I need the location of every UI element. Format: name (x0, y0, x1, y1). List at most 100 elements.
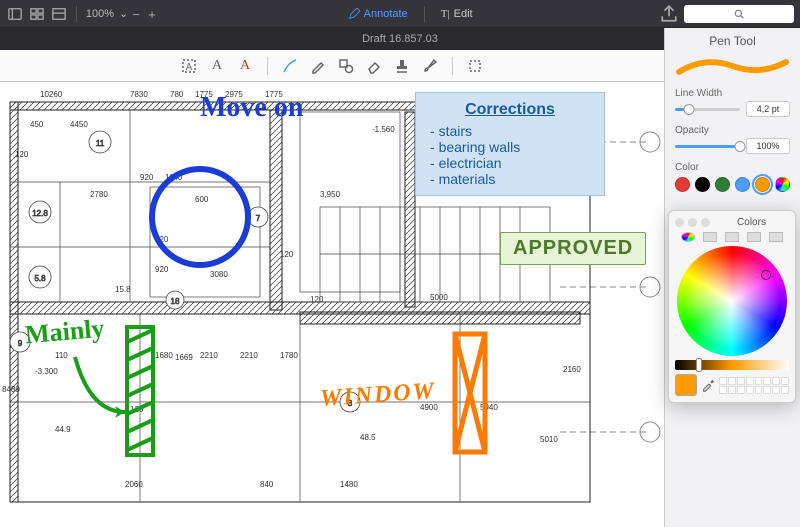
svg-text:1480: 1480 (340, 480, 358, 489)
separator (424, 6, 425, 22)
window-min-icon[interactable] (688, 218, 697, 227)
layout-icon[interactable] (50, 5, 68, 23)
separator (76, 6, 77, 22)
brightness-slider[interactable] (675, 360, 789, 370)
annotation-move-on[interactable]: Move on (200, 92, 303, 124)
sticky-note-corrections[interactable]: Corrections stairs bearing walls electri… (415, 92, 605, 196)
color-swatch-green[interactable] (715, 177, 730, 192)
color-wheel[interactable] (677, 246, 787, 356)
svg-text:2160: 2160 (563, 365, 581, 374)
window-close-icon[interactable] (675, 218, 684, 227)
svg-text:5.8: 5.8 (34, 274, 46, 283)
color-mode-palette[interactable] (725, 232, 739, 242)
svg-text:9: 9 (18, 339, 23, 348)
zoom-in-button[interactable]: + (148, 8, 160, 20)
brush-tool-icon[interactable] (420, 56, 440, 76)
line-width-value[interactable]: 4,2 pt (746, 101, 790, 117)
note-item: materials (430, 171, 594, 187)
color-mode-wheel[interactable] (681, 232, 695, 242)
document-canvas[interactable]: 11 12.8 5.8 7 9 18 3 10260 450 4450 120 … (0, 82, 664, 527)
opacity-slider[interactable] (675, 145, 740, 148)
svg-text:120: 120 (280, 250, 294, 259)
svg-text:1669: 1669 (175, 353, 193, 362)
annotation-toolstrip: A A A (0, 50, 664, 82)
sidebar-toggle-icon[interactable] (6, 5, 24, 23)
opacity-value[interactable]: 100% (746, 138, 790, 154)
line-width-label: Line Width (675, 88, 790, 99)
svg-text:1780: 1780 (280, 351, 298, 360)
svg-text:5010: 5010 (540, 435, 558, 444)
svg-text:12.8: 12.8 (32, 209, 48, 218)
color-wheel-icon[interactable] (775, 177, 790, 192)
svg-text:780: 780 (170, 90, 184, 99)
zoom-out-button[interactable]: − (132, 8, 144, 20)
svg-text:A: A (186, 62, 193, 73)
svg-text:450: 450 (30, 120, 44, 129)
share-icon[interactable] (660, 5, 678, 23)
search-input[interactable] (684, 5, 794, 23)
zoom-control: 100% ⌄ − + (85, 7, 160, 20)
color-swatch-black[interactable] (695, 177, 710, 192)
edit-mode-button[interactable]: T| Edit (433, 6, 481, 22)
svg-text:110: 110 (55, 351, 68, 360)
line-width-slider[interactable] (675, 108, 740, 111)
eraser-tool-icon[interactable] (364, 56, 384, 76)
stamp-tool-icon[interactable] (392, 56, 412, 76)
svg-text:7830: 7830 (130, 90, 148, 99)
color-mode-spectrum[interactable] (747, 232, 761, 242)
svg-text:15.8: 15.8 (115, 285, 131, 294)
svg-text:2210: 2210 (240, 351, 258, 360)
svg-text:4450: 4450 (70, 120, 88, 129)
annotate-mode-button[interactable]: Annotate (340, 6, 416, 22)
note-item: bearing walls (430, 139, 594, 155)
zoom-value[interactable]: 100% (85, 8, 115, 20)
window-max-icon[interactable] (701, 218, 710, 227)
highlighter-tool-icon[interactable] (308, 56, 328, 76)
color-mode-pencils[interactable] (769, 232, 783, 242)
svg-text:44.9: 44.9 (55, 425, 71, 434)
svg-text:7: 7 (256, 214, 261, 223)
svg-text:10260: 10260 (40, 90, 63, 99)
svg-text:2210: 2210 (200, 351, 218, 360)
selection-tool-icon[interactable] (465, 56, 485, 76)
font-tool-icon[interactable]: A (207, 56, 227, 76)
annotate-label: Annotate (364, 8, 408, 20)
text-style-icon[interactable]: A (235, 56, 255, 76)
svg-text:5000: 5000 (430, 293, 448, 302)
svg-text:8480: 8480 (2, 385, 20, 394)
color-swatch-orange[interactable] (755, 177, 770, 192)
svg-text:-1.560: -1.560 (372, 125, 395, 134)
svg-text:2060: 2060 (125, 480, 143, 489)
color-wheel-selector[interactable] (761, 270, 771, 280)
opacity-label: Opacity (675, 125, 790, 136)
sidebar-title: Pen Tool (675, 34, 790, 48)
svg-text:600: 600 (195, 195, 209, 204)
document-title: Draft 16.857.03 (362, 33, 438, 45)
svg-text:48.5: 48.5 (360, 433, 376, 442)
text-tool-icon[interactable]: A (179, 56, 199, 76)
separator (452, 57, 453, 75)
current-color-swatch[interactable] (675, 374, 697, 396)
pen-tool-icon[interactable] (280, 56, 300, 76)
svg-text:120: 120 (15, 150, 29, 159)
chevron-down-icon[interactable]: ⌄ (119, 7, 128, 20)
svg-text:120: 120 (310, 295, 324, 304)
note-item: electrician (430, 155, 594, 171)
svg-text:1680: 1680 (155, 351, 173, 360)
thumbnails-icon[interactable] (28, 5, 46, 23)
color-mode-sliders[interactable] (703, 232, 717, 242)
eyedropper-icon[interactable] (701, 378, 715, 392)
saved-colors-grid[interactable] (719, 377, 789, 394)
svg-text:920: 920 (140, 173, 154, 182)
color-swatch-red[interactable] (675, 177, 690, 192)
annotation-approved-stamp[interactable]: APPROVED (500, 232, 646, 265)
color-swatch-blue[interactable] (735, 177, 750, 192)
svg-text:18: 18 (171, 297, 180, 306)
svg-text:3080: 3080 (210, 270, 228, 279)
shapes-tool-icon[interactable] (336, 56, 356, 76)
colors-panel-title: Colors (714, 217, 789, 228)
color-mode-tabs (675, 232, 789, 242)
colors-panel[interactable]: Colors (668, 210, 796, 403)
note-item: stairs (430, 123, 594, 139)
svg-text:2780: 2780 (90, 190, 108, 199)
